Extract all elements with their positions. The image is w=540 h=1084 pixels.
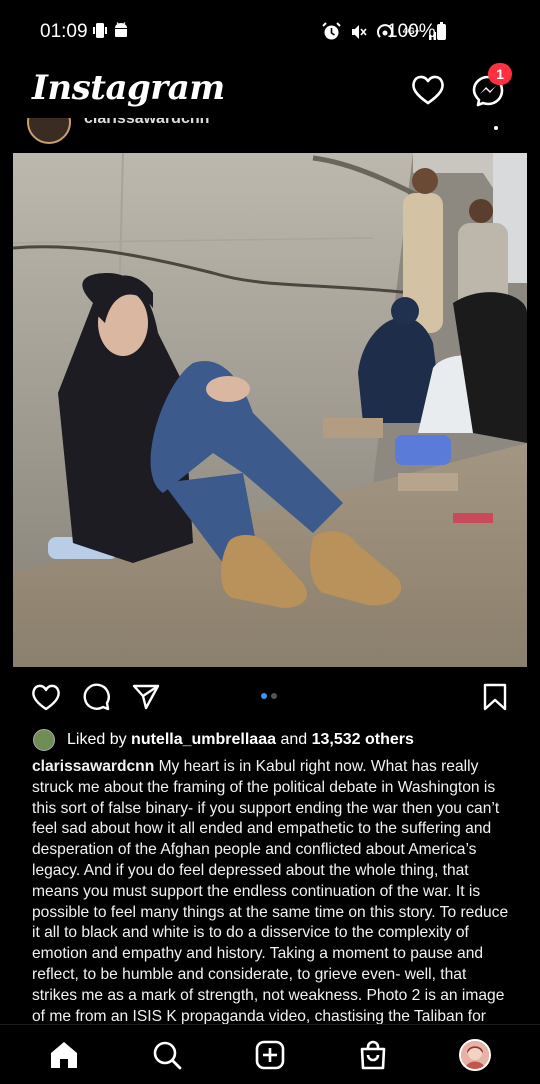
likes-text: Liked by nutella_umbrellaaa and 13,532 o… xyxy=(67,731,414,749)
bottom-navigation xyxy=(0,1024,540,1084)
post-header: clarissawardcnn xyxy=(0,118,540,144)
status-notification-icons xyxy=(93,22,129,39)
bookmark-icon[interactable] xyxy=(480,682,510,712)
messenger-badge: 1 xyxy=(488,63,512,85)
mute-icon xyxy=(351,24,367,39)
post-photo[interactable] xyxy=(13,153,527,667)
carousel-dot xyxy=(271,693,277,699)
more-options-icon[interactable] xyxy=(494,126,498,130)
likes-prefix: Liked by xyxy=(67,731,127,748)
post-actions xyxy=(0,676,540,716)
likes-count[interactable]: 13,532 others xyxy=(312,731,414,748)
shop-icon[interactable] xyxy=(357,1039,389,1071)
post-caption: clarissawardcnn My heart is in Kabul rig… xyxy=(32,757,510,1025)
instagram-logo[interactable]: Instagram xyxy=(32,68,225,108)
profile-avatar[interactable] xyxy=(459,1039,491,1071)
alarm-icon xyxy=(322,22,341,40)
android-icon xyxy=(115,22,127,37)
battery-icon xyxy=(437,22,446,40)
comment-icon[interactable] xyxy=(81,682,111,712)
battery-percent: 100% xyxy=(387,21,436,42)
liker-avatar xyxy=(33,729,55,751)
vibrate-icon xyxy=(93,23,107,38)
carousel-dot-active xyxy=(261,693,267,699)
caption-username[interactable]: clarissawardcnn xyxy=(32,758,154,775)
heart-icon[interactable] xyxy=(411,74,445,106)
likes-middle: and xyxy=(280,731,308,748)
post-author-username[interactable]: clarissawardcnn xyxy=(84,118,209,128)
status-bar: 01:09 4G+ 100% xyxy=(0,0,540,62)
likes-row[interactable]: Liked by nutella_umbrellaaa and 13,532 o… xyxy=(33,728,414,752)
post-image xyxy=(13,153,527,667)
like-heart-icon[interactable] xyxy=(31,682,61,712)
app-header: Instagram xyxy=(0,62,540,122)
status-time: 01:09 xyxy=(40,21,88,42)
caption-text: My heart is in Kabul right now. What has… xyxy=(32,758,509,1025)
post-author-avatar[interactable] xyxy=(27,118,71,144)
share-icon[interactable] xyxy=(131,682,161,712)
profile-avatar-image xyxy=(461,1041,489,1069)
liker-username[interactable]: nutella_umbrellaaa xyxy=(131,731,276,748)
search-icon[interactable] xyxy=(151,1039,183,1071)
create-icon[interactable] xyxy=(254,1039,286,1071)
home-icon[interactable] xyxy=(48,1039,80,1071)
carousel-indicator xyxy=(261,693,277,699)
